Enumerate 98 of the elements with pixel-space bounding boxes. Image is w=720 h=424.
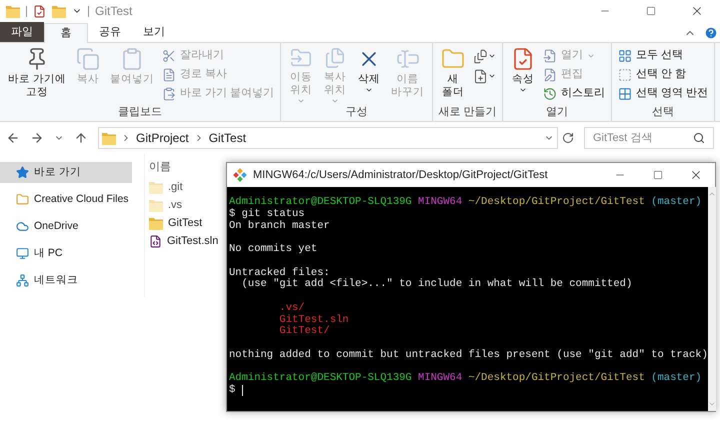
caret-icon (331, 97, 340, 105)
folder-icon (102, 132, 116, 144)
scroll-up-icon[interactable] (708, 190, 716, 198)
dashed-square-icon (618, 68, 632, 82)
file-item[interactable]: GitTest (149, 214, 218, 232)
ribbon-button[interactable]: 선택 영역 반전 (616, 84, 710, 103)
solution-file-icon (149, 234, 162, 248)
terminal-text: $ git status (229, 208, 305, 220)
address-field[interactable]: GitProject GitTest (98, 127, 558, 149)
terminal-text: On branch master (229, 220, 330, 232)
grid-icon (618, 48, 632, 62)
monitor-icon (16, 247, 29, 260)
terminal-text: (use "git add <file>..." to include in what will be committed) (242, 279, 632, 291)
cloud-icon (16, 220, 29, 233)
search-icon[interactable] (693, 132, 705, 144)
caret-icon (297, 97, 306, 105)
folder-icon (149, 180, 163, 194)
copy-icon (76, 47, 100, 71)
file-item[interactable]: .git (149, 178, 218, 196)
ribbon-group-label: 열기 (546, 105, 568, 120)
caret-icon (488, 52, 496, 60)
network-icon (16, 274, 29, 287)
ribbon-button[interactable]: 바로 가기에 고정 (4, 43, 70, 105)
file-item[interactable]: .vs (149, 196, 218, 214)
caret-icon (488, 72, 496, 80)
folder-icon (6, 4, 20, 18)
star-icon (16, 166, 29, 179)
folder-icon (149, 216, 163, 230)
breadcrumb-item[interactable]: GitTest (208, 129, 246, 147)
document-icon (162, 68, 176, 82)
ribbon-button[interactable]: 삭제 (353, 43, 386, 105)
history-icon (543, 86, 558, 100)
folder-icon (16, 193, 29, 206)
terminal-text: .vs/ (279, 302, 305, 314)
ribbon-group-label: 구성 (346, 105, 368, 120)
clipboard-icon (162, 86, 176, 100)
column-header[interactable]: 이름 (149, 156, 218, 178)
ribbon-button[interactable]: 히스토리 (541, 84, 608, 103)
ribbon-group-label: 선택 (652, 105, 674, 120)
ribbon-tab[interactable]: 공유 (88, 22, 132, 42)
text-cursor (242, 385, 243, 396)
folder-icon (441, 47, 466, 71)
terminal-text: Administrator@DESKTOP-SLQ139G (229, 197, 412, 208)
ribbon-group-label: 클립보드 (118, 105, 162, 120)
file-arrow-icon (543, 48, 558, 62)
terminal-text: (master) (651, 373, 702, 385)
up-icon[interactable] (74, 131, 88, 145)
forward-icon[interactable] (30, 131, 44, 145)
ribbon-tab[interactable]: 보기 (132, 22, 176, 42)
folder-arrow-icon (289, 47, 314, 69)
ribbon-tab[interactable]: 파일 (0, 22, 44, 42)
scissors-icon (162, 48, 176, 62)
scroll-down-icon[interactable] (708, 400, 716, 408)
terminal-text: Untracked files: (229, 268, 330, 278)
terminal-text: Administrator@DESKTOP-SLQ139G (229, 373, 412, 384)
help-icon[interactable] (704, 26, 718, 40)
ribbon-button[interactable]: 새 폴더 (437, 43, 470, 105)
nav-item[interactable]: 내 PC (0, 243, 132, 264)
terminal-text: GitTest/ (279, 326, 330, 338)
nav-item[interactable]: 네트워크 (0, 270, 132, 291)
ribbon-tab[interactable]: 홈 (44, 23, 88, 43)
file-plus-icon (473, 68, 488, 84)
back-icon[interactable] (6, 131, 20, 145)
terminal-text: nothing added to commit but untracked files present (use "git add" to track) (229, 350, 708, 362)
folder-icon (52, 4, 66, 18)
terminal-text: ~/Desktop/GitProject/GitTest (468, 373, 645, 385)
maximize-icon (653, 170, 663, 180)
terminal-text: MINGW64 (418, 197, 462, 209)
scrollbar[interactable] (708, 187, 716, 411)
window-title: GitTest (95, 3, 132, 20)
properties-icon[interactable] (33, 4, 46, 18)
folder-icon (149, 198, 163, 212)
file-pen-icon (543, 68, 558, 82)
nav-item[interactable]: 바로 가기 (0, 162, 132, 183)
ribbon-button[interactable]: 선택 안 함 (616, 65, 710, 84)
diamond-logo-icon (233, 168, 247, 182)
caret-icon (365, 86, 374, 94)
caret-icon (519, 86, 528, 94)
ribbon-button[interactable]: 모두 선택 (616, 46, 710, 65)
terminal-text: No commits yet (229, 244, 318, 256)
nav-item[interactable]: OneDrive (0, 216, 132, 237)
grid-icon (618, 86, 632, 100)
refresh-icon[interactable] (562, 132, 574, 144)
terminal-text: GitTest.sln (279, 314, 349, 326)
nav-item[interactable]: Creative Cloud Files (0, 189, 132, 210)
file-stack-icon (473, 48, 488, 64)
terminal-title: MINGW64:/c/Users/Administrator/Desktop/GitProject/GitTest (253, 168, 548, 183)
ribbon-button[interactable]: 속성 (507, 43, 540, 105)
text-cursor-icon (396, 47, 420, 71)
terminal-text: $ (229, 385, 236, 397)
terminal-text: MINGW64 (418, 373, 462, 385)
breadcrumb-item[interactable]: GitProject (136, 129, 189, 147)
terminal-text: (master) (651, 197, 702, 209)
search-field[interactable]: GitTest 검색 (584, 127, 714, 149)
maximize-icon (646, 6, 656, 16)
file-item[interactable]: GitTest.sln (149, 232, 218, 250)
ribbon-group-label: 새로 만들기 (438, 105, 497, 120)
terminal-text: ~/Desktop/GitProject/GitTest (468, 197, 645, 209)
